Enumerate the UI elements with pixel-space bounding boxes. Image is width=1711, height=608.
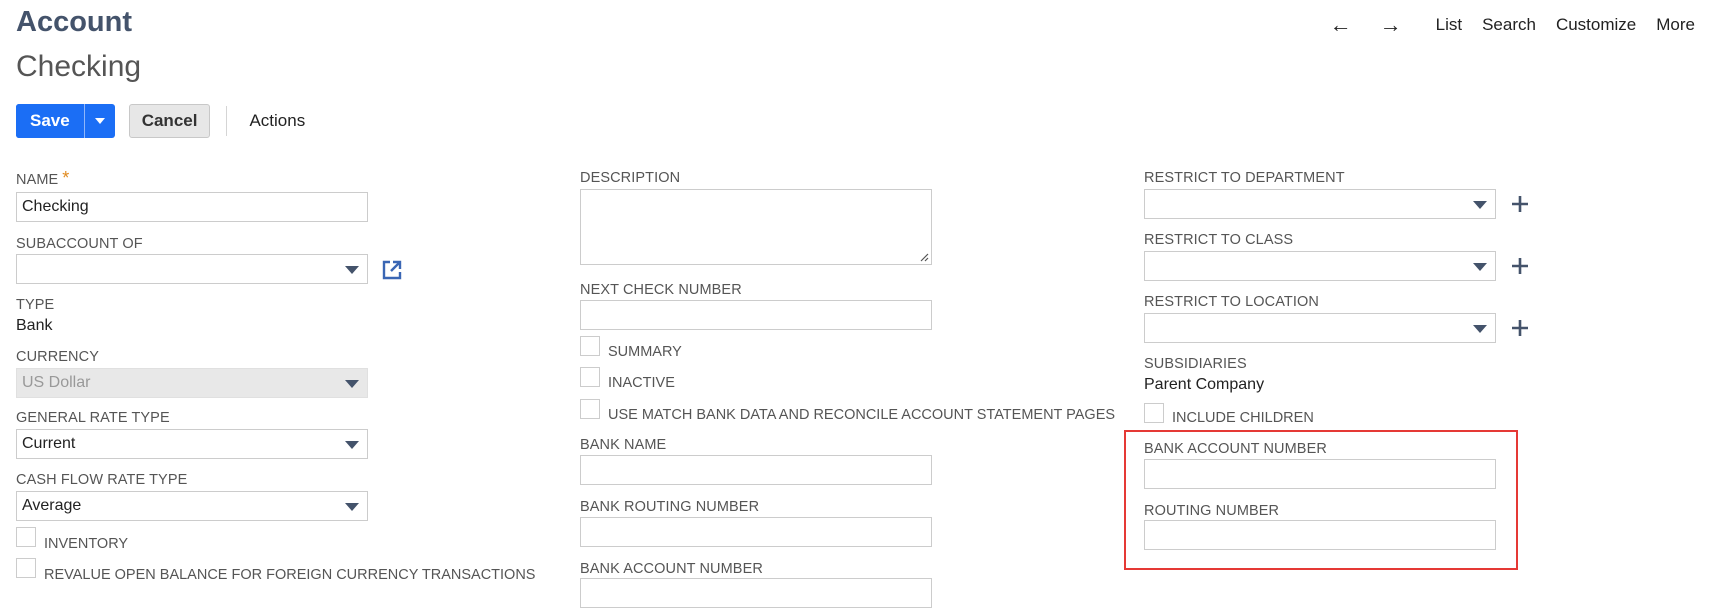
caret-down-icon — [1473, 201, 1487, 209]
subsidiaries-label: SUBSIDIARIES — [1144, 356, 1247, 372]
type-label: TYPE — [16, 297, 55, 313]
subaccount-select[interactable] — [16, 254, 368, 284]
restrict-location-select[interactable] — [1144, 313, 1496, 343]
required-icon: * — [62, 168, 70, 188]
name-label-text: NAME — [16, 172, 59, 188]
inactive-checkbox[interactable] — [580, 367, 600, 387]
include-children-label: INCLUDE CHILDREN — [1172, 410, 1314, 426]
type-value: Bank — [16, 317, 53, 334]
description-textarea[interactable] — [580, 189, 932, 265]
caret-down-icon — [1473, 263, 1487, 271]
plus-icon[interactable] — [1510, 256, 1530, 276]
inventory-label: INVENTORY — [44, 536, 129, 552]
bank-routing-label: BANK ROUTING NUMBER — [580, 499, 760, 515]
customize-link[interactable]: Customize — [1556, 15, 1636, 35]
caret-down-icon — [345, 380, 359, 388]
save-button-group: Save — [16, 104, 115, 138]
bank-name-input[interactable] — [580, 455, 932, 485]
more-link[interactable]: More — [1656, 15, 1695, 35]
general-rate-value: Current — [22, 435, 76, 452]
inactive-label: INACTIVE — [608, 375, 675, 391]
subsidiaries-value: Parent Company — [1144, 376, 1265, 393]
search-link[interactable]: Search — [1482, 15, 1536, 35]
restrict-class-label: RESTRICT TO CLASS — [1144, 232, 1294, 248]
inventory-checkbox[interactable] — [16, 527, 36, 547]
currency-label: CURRENCY — [16, 349, 99, 365]
top-nav: ← → List Search Customize More — [1316, 12, 1695, 38]
caret-down-icon — [345, 266, 359, 274]
currency-select: US Dollar — [16, 368, 368, 398]
page-title: Account — [16, 6, 132, 38]
open-link-icon[interactable] — [380, 258, 404, 282]
left-arrow-icon[interactable]: ← — [1316, 12, 1366, 38]
caret-down-icon — [1473, 325, 1487, 333]
cash-flow-value: Average — [22, 497, 82, 514]
caret-down-icon — [94, 118, 105, 124]
revalue-label: REVALUE OPEN BALANCE FOR FOREIGN CURRENC… — [44, 567, 536, 583]
cash-flow-label: CASH FLOW RATE TYPE — [16, 472, 188, 488]
save-menu-button[interactable] — [85, 104, 115, 138]
currency-value: US Dollar — [22, 374, 91, 391]
bank-account-input[interactable] — [580, 578, 932, 608]
next-check-input[interactable] — [580, 300, 932, 330]
restrict-department-select[interactable] — [1144, 189, 1496, 219]
restrict-location-label: RESTRICT TO LOCATION — [1144, 294, 1319, 310]
toolbar-divider — [226, 106, 228, 136]
plus-icon[interactable] — [1510, 194, 1530, 214]
plus-icon[interactable] — [1510, 318, 1530, 338]
name-label: NAME * — [16, 168, 69, 189]
bank-name-label: BANK NAME — [580, 437, 667, 453]
match-bank-label: USE MATCH BANK DATA AND RECONCILE ACCOUN… — [608, 407, 1116, 423]
right-arrow-icon[interactable]: → — [1366, 12, 1416, 38]
highlight-box — [1124, 430, 1518, 570]
match-bank-checkbox[interactable] — [580, 399, 600, 419]
next-check-label: NEXT CHECK NUMBER — [580, 282, 742, 298]
summary-checkbox[interactable] — [580, 336, 600, 356]
bank-account-label: BANK ACCOUNT NUMBER — [580, 561, 763, 577]
cash-flow-select[interactable]: Average — [16, 491, 368, 521]
name-input[interactable]: Checking — [16, 192, 368, 222]
revalue-checkbox[interactable] — [16, 558, 36, 578]
caret-down-icon — [345, 503, 359, 511]
general-rate-label: GENERAL RATE TYPE — [16, 410, 170, 426]
record-name: Checking — [16, 50, 142, 83]
bank-routing-input[interactable] — [580, 517, 932, 547]
toolbar: Save Cancel Actions — [16, 104, 305, 138]
description-label: DESCRIPTION — [580, 170, 681, 186]
cancel-button[interactable]: Cancel — [128, 104, 211, 138]
actions-menu[interactable]: Actions — [249, 111, 305, 131]
list-link[interactable]: List — [1436, 15, 1462, 35]
save-button[interactable]: Save — [16, 104, 85, 138]
summary-label: SUMMARY — [608, 344, 682, 360]
caret-down-icon — [345, 441, 359, 449]
subaccount-label: SUBACCOUNT OF — [16, 236, 143, 252]
resize-grip-icon[interactable] — [920, 253, 929, 262]
restrict-department-label: RESTRICT TO DEPARTMENT — [1144, 170, 1345, 186]
include-children-checkbox[interactable] — [1144, 403, 1164, 423]
general-rate-select[interactable]: Current — [16, 429, 368, 459]
restrict-class-select[interactable] — [1144, 251, 1496, 281]
